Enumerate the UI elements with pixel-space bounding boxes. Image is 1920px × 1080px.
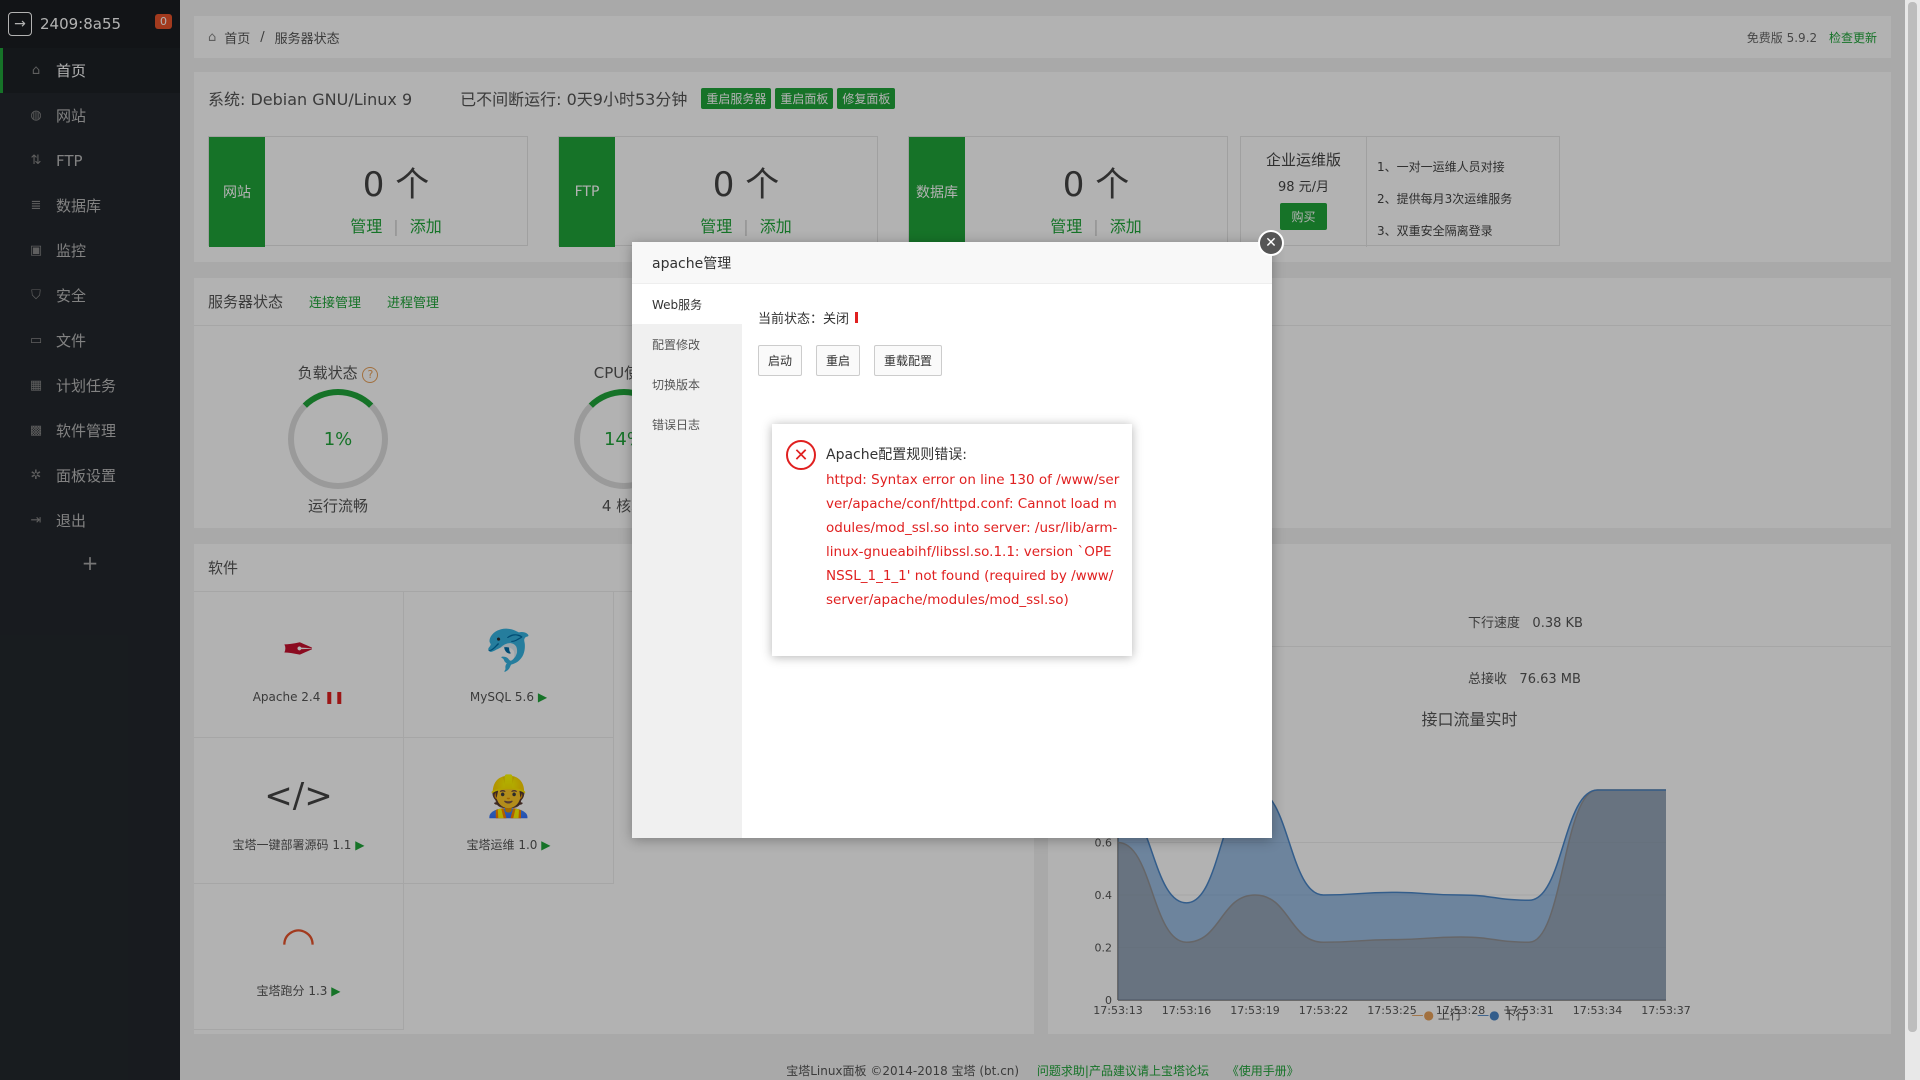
- error-title: Apache配置规则错误:: [826, 447, 967, 463]
- scrollbar-thumb[interactable]: [1908, 2, 1917, 1032]
- error-icon: ✕: [786, 440, 816, 470]
- restart-button[interactable]: 重启: [816, 345, 861, 376]
- stopped-status-icon: [855, 312, 859, 323]
- reload-config-button[interactable]: 重载配置: [874, 345, 943, 376]
- error-popup: ✕ Apache配置规则错误: httpd: Syntax error on l…: [772, 424, 1132, 656]
- tab-switch-version[interactable]: 切换版本: [632, 364, 742, 404]
- start-button[interactable]: 启动: [758, 345, 803, 376]
- tab-config-edit[interactable]: 配置修改: [632, 324, 742, 364]
- tab-web-service[interactable]: Web服务: [632, 284, 742, 324]
- error-message: httpd: Syntax error on line 130 of /www/…: [826, 472, 1120, 608]
- tab-error-log[interactable]: 错误日志: [632, 404, 742, 444]
- dialog-tabs: Web服务 配置修改 切换版本 错误日志: [632, 284, 742, 838]
- close-icon[interactable]: ✕: [1258, 230, 1284, 256]
- service-buttons: 启动 重启 重载配置: [758, 345, 1256, 376]
- page-scrollbar[interactable]: [1905, 0, 1920, 1080]
- dialog-title: apache管理: [632, 242, 1272, 284]
- service-status: 当前状态：关闭: [758, 308, 1256, 327]
